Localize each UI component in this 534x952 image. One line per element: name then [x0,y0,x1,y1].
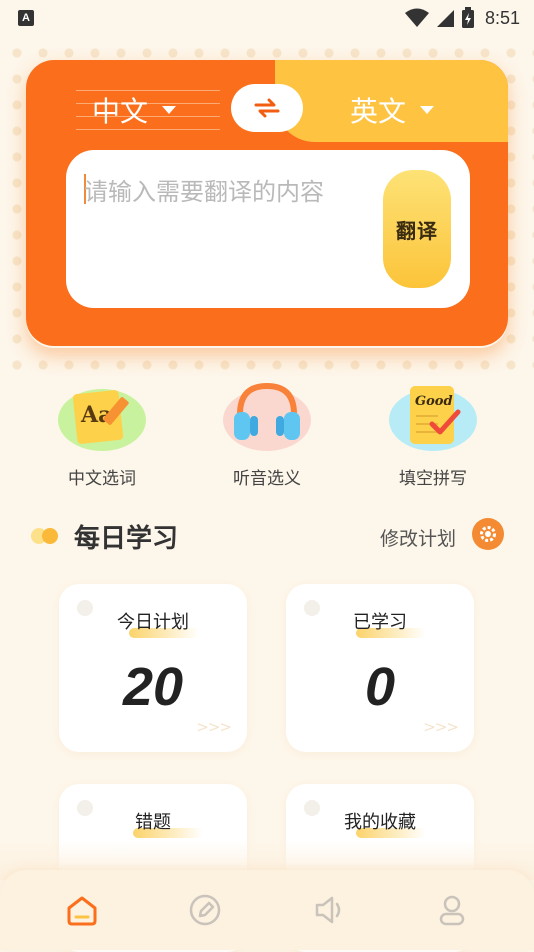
pencil-icon [190,894,221,926]
feature-label: 听音选义 [233,469,301,489]
nav-edit[interactable] [175,880,235,940]
card-title: 错题 [135,812,171,833]
status-icons: 8:51 [404,6,520,30]
speaker-icon [315,896,340,924]
nav-profile[interactable] [422,880,482,940]
home-icon [67,896,97,926]
modify-plan-button[interactable] [472,518,504,550]
today-plan-card[interactable]: 今日计划 20 >>> [59,584,247,752]
translate-button[interactable]: 翻译 [383,170,451,288]
feature-chinese-word[interactable]: Aa 中文选词 [42,382,162,489]
gear-icon [480,526,496,542]
daily-study-header: 每日学习 修改计划 [30,516,510,556]
target-language-selector[interactable]: 英文 [350,90,435,130]
feature-label: 中文选词 [68,469,136,489]
headphones-icon [222,382,312,452]
svg-text:Good: Good [415,394,453,409]
user-icon [440,895,465,926]
nav-home[interactable] [52,880,112,940]
card-value: 0 [364,657,396,717]
battery-icon [461,7,474,28]
target-language-label: 英文 [350,95,407,128]
source-language-label: 中文 [92,95,149,128]
card-value: 20 [122,657,184,717]
status-bar: A 8:51 [0,0,534,36]
chevron-down-icon [162,106,177,114]
chevron-down-icon [420,106,435,114]
card-title: 我的收藏 [344,812,416,833]
card-title: 已学习 [353,612,407,633]
feature-label: 填空拼写 [399,469,467,489]
status-time: 8:51 [484,7,520,28]
learned-card[interactable]: 已学习 0 >>> [286,584,474,752]
feature-fill-spelling[interactable]: Good 填空拼写 [373,382,493,489]
feature-listen-choose[interactable]: 听音选义 [207,382,327,489]
chinese-word-icon: Aa [57,382,147,452]
translate-input[interactable] [84,172,374,212]
card-title: 今日计划 [117,612,189,633]
nav-audio[interactable] [299,880,359,940]
chevron-right-icon: >>> [196,718,232,736]
chevron-right-icon: >>> [423,718,459,736]
section-title: 每日学习 [74,524,179,554]
spelling-notebook-icon: Good [388,382,478,452]
bottom-navigation [0,870,534,950]
wifi-icon [404,8,429,27]
swap-languages-button[interactable] [231,84,303,132]
source-language-selector[interactable]: 中文 [92,90,177,130]
swap-icon [254,98,280,118]
app-notification-icon: A [18,10,34,26]
signal-icon [436,10,454,27]
modify-plan-link[interactable]: 修改计划 [380,524,456,551]
section-dots-icon [31,528,58,544]
